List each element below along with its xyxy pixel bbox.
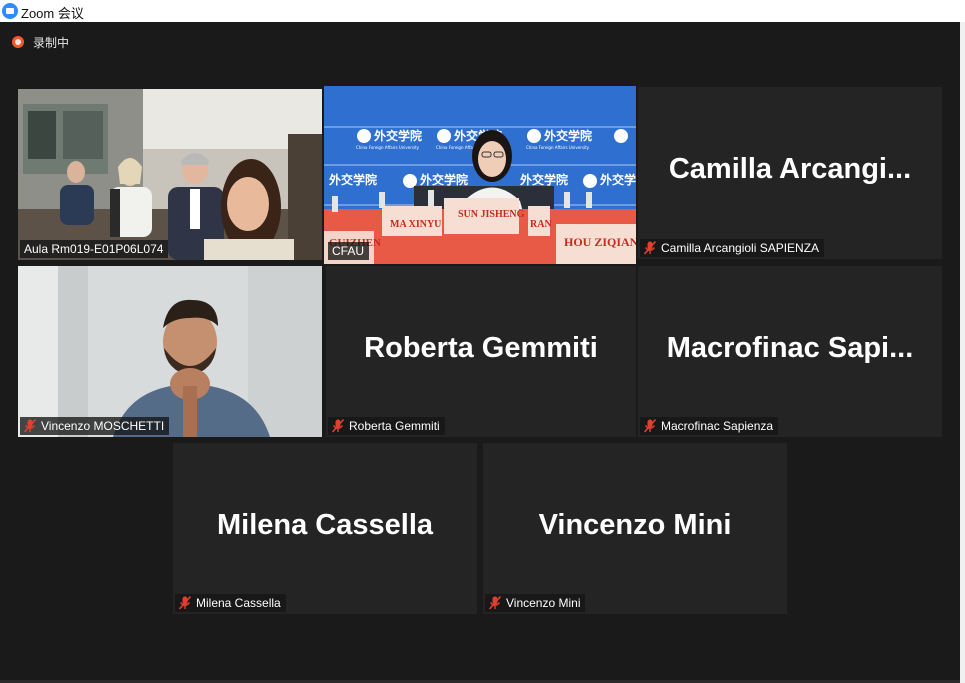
participant-name: Vincenzo Mini	[506, 596, 581, 610]
window-edge	[960, 22, 965, 683]
participant-name: Milena Cassella	[196, 596, 281, 610]
participant-name-label: Milena Cassella	[175, 594, 286, 612]
participant-display-name: Macrofinac Sapi...	[666, 331, 914, 364]
participant-display-name: Milena Cassella	[217, 508, 433, 541]
participant-display-name: Roberta Gemmiti	[364, 331, 598, 364]
participant-tile-aula[interactable]: Aula Rm019-E01P06L074	[18, 89, 322, 260]
mic-muted-icon	[644, 419, 656, 433]
video-feed-cfau: 外交学院 外交学院 外交学院 外交学院 外交学院 外交学院 外交学院 China…	[324, 86, 636, 264]
recording-indicator[interactable]: 录制中	[12, 34, 69, 50]
participant-name-label: Camilla Arcangioli SAPIENZA	[640, 239, 825, 257]
participant-tile-cfau[interactable]: 外交学院 外交学院 外交学院 外交学院 外交学院 外交学院 外交学院 China…	[324, 86, 636, 264]
participant-display-name: Vincenzo Mini	[538, 508, 732, 541]
svg-text:外交学院: 外交学院	[520, 172, 568, 187]
participant-name: Aula Rm019-E01P06L074	[24, 242, 164, 256]
mic-muted-icon	[332, 419, 344, 433]
svg-text:SUN JISHENG: SUN JISHENG	[458, 209, 525, 220]
participant-name-label: CFAU	[328, 242, 370, 260]
participant-name: Roberta Gemmiti	[349, 419, 440, 433]
svg-text:China Foreign Affairs Universi: China Foreign Affairs University	[356, 145, 420, 150]
participant-name: Camilla Arcangioli SAPIENZA	[661, 241, 820, 255]
participant-tile-macrofinac[interactable]: Macrofinac Sapi... Macrofinac Sapienza	[638, 266, 942, 437]
video-feed-vincenzo-moschetti	[18, 266, 322, 437]
svg-text:外交学院: 外交学院	[420, 172, 468, 187]
svg-text:HOU ZIQIAN: HOU ZIQIAN	[564, 235, 636, 249]
svg-text:外交学院: 外交学院	[329, 172, 377, 187]
svg-text:RAN: RAN	[530, 219, 552, 230]
participant-tile-milena[interactable]: Milena Cassella Milena Cassella	[173, 443, 477, 614]
zoom-logo-icon	[2, 3, 18, 19]
recording-label: 录制中	[33, 35, 70, 50]
recording-icon	[12, 36, 24, 48]
mic-muted-icon	[489, 596, 501, 610]
participant-display-name: Camilla Arcangi...	[668, 153, 912, 186]
svg-text:China Foreign Affairs Universi: China Foreign Affairs University	[526, 145, 590, 150]
participant-name: CFAU	[332, 244, 365, 258]
mic-muted-icon	[644, 241, 656, 255]
participant-name: Macrofinac Sapienza	[661, 419, 774, 433]
participant-tile-camilla[interactable]: Camilla Arcangi... Camilla Arcangioli SA…	[638, 87, 942, 259]
window-title: Zoom 会议	[21, 6, 84, 21]
svg-text:外交学院: 外交学院	[544, 128, 592, 143]
participant-tile-roberta[interactable]: Roberta Gemmiti Roberta Gemmiti	[326, 266, 636, 437]
video-feed-aula	[18, 89, 322, 260]
participant-name-label: Vincenzo Mini	[485, 594, 586, 612]
window-titlebar: Zoom 会议	[0, 0, 965, 22]
svg-text:外交学院: 外交学院	[600, 172, 636, 187]
participant-name: Vincenzo MOSCHETTI	[41, 419, 165, 433]
svg-text:MA XINYU: MA XINYU	[390, 219, 441, 230]
svg-text:外交学院: 外交学院	[374, 128, 422, 143]
participant-name-label: Aula Rm019-E01P06L074	[20, 240, 169, 258]
participant-name-label: Vincenzo MOSCHETTI	[20, 417, 170, 435]
participant-name-label: Macrofinac Sapienza	[640, 417, 779, 435]
mic-muted-icon	[24, 419, 36, 433]
participant-tile-vincenzo-mini[interactable]: Vincenzo Mini Vincenzo Mini	[483, 443, 787, 614]
participant-tile-vincenzo-moschetti[interactable]: Vincenzo MOSCHETTI	[18, 266, 322, 437]
mic-muted-icon	[179, 596, 191, 610]
participant-name-label: Roberta Gemmiti	[328, 417, 445, 435]
